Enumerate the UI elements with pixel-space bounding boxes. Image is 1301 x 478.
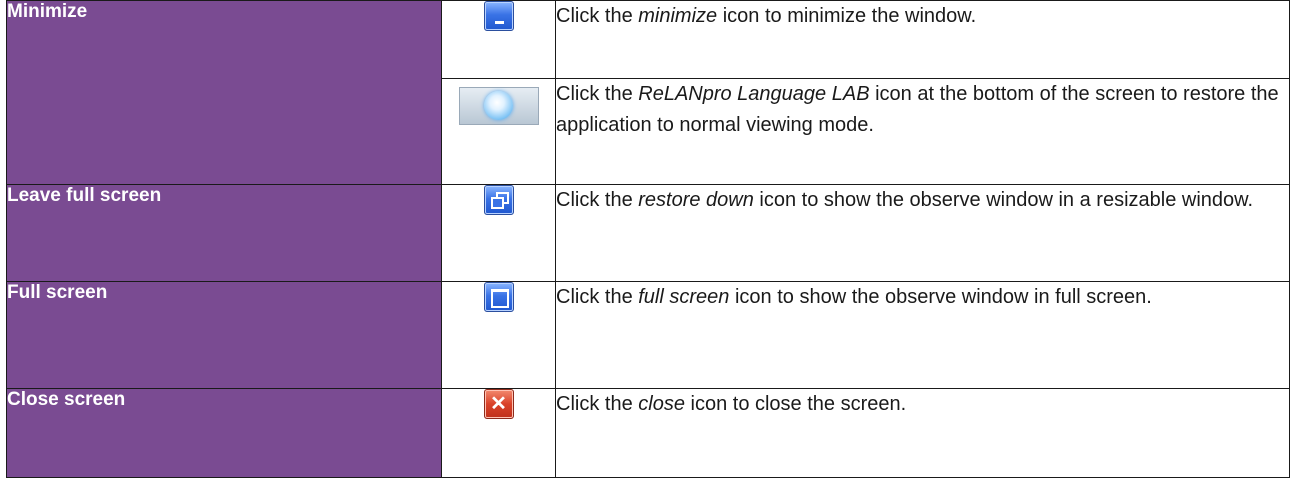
icon-cell [441,78,556,185]
row-label-close-screen: Close screen [6,388,442,478]
row-description: Click the minimize icon to minimize the … [555,0,1290,79]
table-row: Minimize Click the minimize icon to mini… [6,0,1290,185]
row-description: Click the close icon to close the screen… [555,388,1290,478]
table-row: Leave full screen Click the restore down… [6,184,1290,282]
table-row: Close screen ✕ Click the close icon to c… [6,388,1290,478]
full-screen-icon [483,282,514,312]
row-description: Click the restore down icon to show the … [555,184,1290,282]
minimize-icon [483,1,514,31]
icon-cell [441,0,556,79]
table-row: Full screen Click the full screen icon t… [6,281,1290,389]
icon-cell [441,184,556,282]
globe-icon [483,91,513,120]
row-label-full-screen: Full screen [6,281,442,389]
row-description: Click the ReLANpro Language LAB icon at … [555,78,1290,185]
row-label-leave-full-screen: Leave full screen [6,184,442,282]
icon-cell: ✕ [441,388,556,478]
row-label-minimize: Minimize [6,0,442,185]
relanpro-taskbar-icon [458,87,539,125]
restore-down-icon [483,185,514,215]
row-description: Click the full screen icon to show the o… [555,281,1290,389]
close-icon: ✕ [483,389,514,419]
controls-table: Minimize Click the minimize icon to mini… [6,0,1290,478]
icon-cell [441,281,556,389]
